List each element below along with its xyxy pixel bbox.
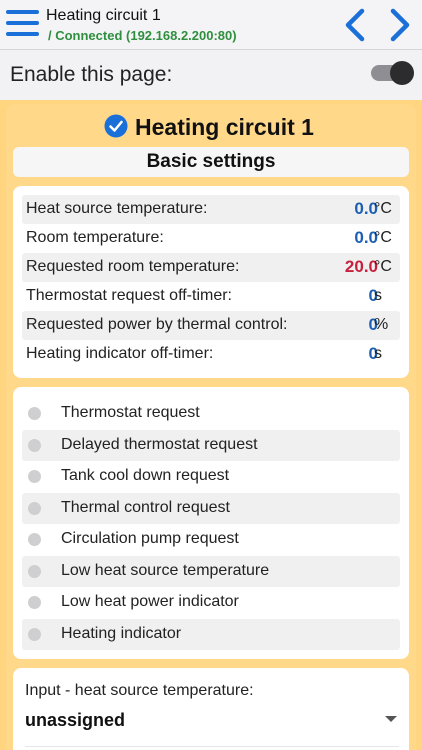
connection-status: / Connected (192.168.2.200:80): [48, 28, 237, 43]
status-flag-label: Delayed thermostat request: [61, 435, 258, 453]
page-title: Heating circuit 1: [46, 7, 161, 24]
value-label: Heat source temperature:: [26, 200, 208, 217]
value-label: Room temperature:: [26, 229, 164, 246]
status-indicator-dot-icon: [28, 596, 41, 609]
status-indicator-dot-icon: [28, 438, 41, 452]
status-flag-row: Thermostat request: [22, 398, 400, 429]
value-label: Requested power by thermal control:: [26, 316, 288, 333]
value-unit: %: [374, 316, 389, 333]
value-label: Thermostat request off-timer:: [26, 287, 232, 304]
status-flag-label: Heating indicator: [61, 624, 182, 642]
value-row: Heating indicator off-timer: 0 s: [22, 340, 400, 369]
checkmark-circle-icon: [104, 114, 128, 138]
value-unit: s: [374, 287, 382, 304]
input-heat-source-label: Input - heat source temperature:: [25, 682, 254, 699]
status-flag-row: Tank cool down request: [22, 461, 400, 492]
status-flag-label: Thermal control request: [61, 498, 230, 516]
toggle-knob: [390, 61, 414, 85]
value-label: Requested room temperature:: [26, 258, 240, 275]
value-unit: °C: [374, 229, 392, 246]
status-flag-label: Low heat power indicator: [61, 593, 239, 610]
values-card: Heat source temperature: 0.0 °C Room temper…: [13, 186, 409, 378]
chevron-left-icon[interactable]: [342, 8, 368, 42]
value-row: Heat source temperature: 0.0 °C: [22, 195, 400, 224]
enable-page-row: Enable this page:: [0, 50, 422, 100]
status-flag-label: Circulation pump request: [61, 530, 239, 547]
chevron-right-icon[interactable]: [387, 8, 413, 42]
input-assignment-card: Input - heat source temperature: unassig…: [13, 668, 409, 750]
status-flag-row: Thermal control request: [22, 492, 400, 524]
status-flag-label: Low heat source temperature: [61, 561, 270, 579]
value-row: Thermostat request off-timer: 0 s: [22, 282, 400, 311]
value-label: Heating indicator off-timer:: [26, 345, 214, 362]
value-row: Requested power by thermal control: 0%: [22, 311, 400, 340]
status-indicator-dot-icon: [28, 407, 41, 420]
hamburger-menu-icon[interactable]: [6, 8, 39, 38]
status-indicator-dot-icon: [28, 501, 41, 515]
value-unit: °C: [374, 258, 392, 275]
value-unit: s: [374, 345, 382, 362]
status-flag-row: Heating indicator: [22, 618, 400, 650]
value-unit: °C: [374, 200, 392, 217]
top-bar: Heating circuit 1 / Connected (192.168.2…: [0, 0, 422, 50]
input-heat-source-value: unassigned: [25, 710, 126, 730]
dropdown-arrow-icon: [385, 716, 397, 722]
status-flag-label: Thermostat request: [61, 404, 200, 421]
section-header-basic-settings: Basic settings: [13, 147, 409, 177]
select-underline: [25, 746, 399, 747]
status-flag-row: Delayed thermostat request: [22, 429, 400, 461]
status-flag-row: Circulation pump request: [22, 524, 400, 555]
enable-page-label: Enable this page:: [10, 63, 173, 86]
status-flag-row: Low heat source temperature: [22, 555, 400, 587]
enable-page-toggle[interactable]: [371, 61, 414, 85]
panel-title: Heating circuit 1: [135, 114, 314, 140]
status-flag-label: Tank cool down request: [61, 467, 230, 484]
status-indicator-dot-icon: [28, 627, 41, 641]
status-indicator-dot-icon: [28, 470, 41, 483]
status-flag-row: Low heat power indicator: [22, 587, 400, 618]
value-row: Requested room temperature: 20.0 °C: [22, 253, 400, 282]
value-row: Room temperature: 0.0 °C: [22, 224, 400, 253]
status-flags-card: Thermostat request Delayed thermostat req…: [13, 387, 409, 659]
status-indicator-dot-icon: [28, 533, 41, 546]
status-indicator-dot-icon: [28, 564, 41, 578]
